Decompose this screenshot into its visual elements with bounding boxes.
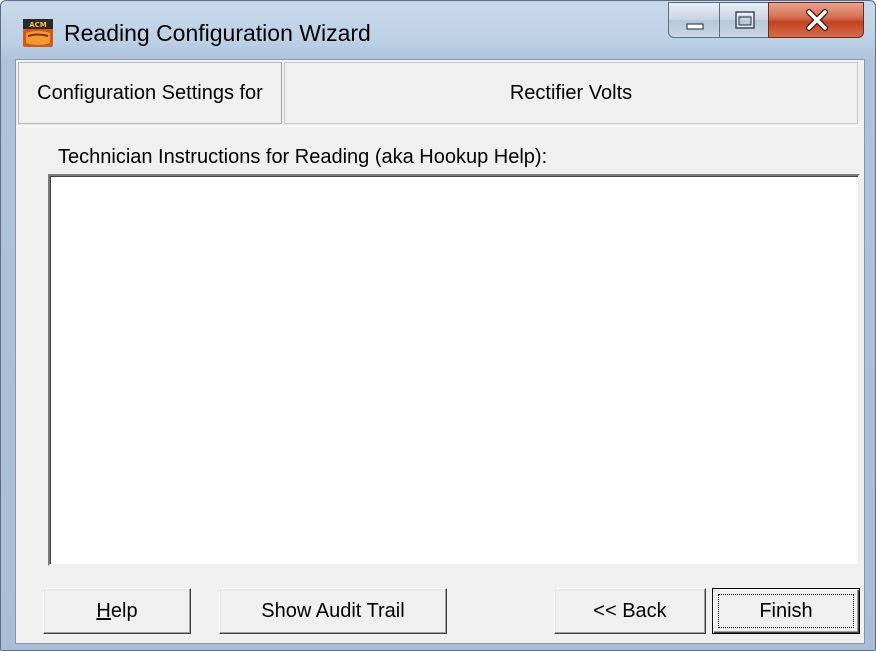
- reading-name-value: Rectifier Volts: [284, 62, 858, 124]
- finish-button[interactable]: Finish: [712, 588, 860, 634]
- window-title: Reading Configuration Wizard: [64, 20, 371, 46]
- config-header: Configuration Settings for Rectifier Vol…: [18, 62, 861, 126]
- close-button[interactable]: [768, 2, 864, 38]
- header-divider: [16, 126, 864, 127]
- wizard-client-area: Configuration Settings for Rectifier Vol…: [15, 59, 865, 644]
- minimize-button[interactable]: [668, 2, 720, 38]
- back-button[interactable]: << Back: [554, 588, 706, 634]
- help-mnemonic: H: [96, 599, 111, 622]
- show-audit-trail-button[interactable]: Show Audit Trail: [219, 588, 447, 634]
- wizard-window: ACM Reading Configuration Wizard Configu…: [0, 0, 876, 651]
- caption-buttons: [668, 2, 865, 39]
- maximize-icon: [735, 11, 755, 29]
- config-settings-label: Configuration Settings for: [18, 62, 282, 124]
- close-icon: [806, 9, 828, 31]
- svg-text:ACM: ACM: [29, 21, 47, 29]
- title-bar[interactable]: ACM Reading Configuration Wizard: [1, 1, 875, 59]
- instructions-textarea[interactable]: [48, 174, 860, 566]
- instructions-label: Technician Instructions for Reading (aka…: [58, 146, 548, 168]
- maximize-button[interactable]: [719, 2, 769, 38]
- minimize-icon: [686, 23, 704, 30]
- help-label: elp: [110, 599, 138, 622]
- app-icon: ACM: [23, 19, 53, 47]
- help-button[interactable]: Help: [43, 588, 191, 634]
- finish-label: Finish: [759, 599, 813, 622]
